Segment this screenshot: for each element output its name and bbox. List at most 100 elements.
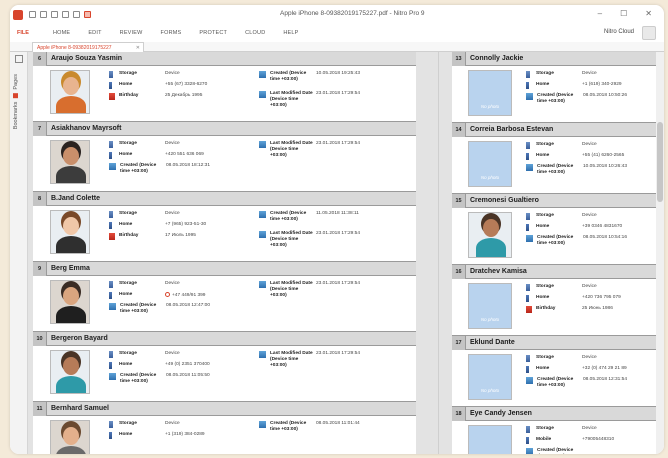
storage-icon — [109, 141, 113, 148]
field-label: Storage — [536, 71, 554, 76]
sidebar-tab-bookmarks[interactable]: Bookmarks — [13, 102, 19, 130]
sidebar-tab-pages[interactable]: Pages — [13, 74, 19, 90]
contact-record[interactable]: 6 Araujo Souza Yasmin Storage Device Home +55… — [33, 52, 416, 122]
contact-photo — [50, 140, 90, 184]
phone-icon — [526, 224, 529, 231]
contact-photo-placeholder: No photo — [468, 283, 512, 329]
menu-cloud[interactable]: CLOUD — [245, 30, 265, 36]
person-head-icon — [63, 287, 79, 305]
field-value: Device — [165, 211, 180, 216]
open-icon[interactable] — [29, 11, 36, 18]
close-button[interactable]: ✕ — [645, 9, 652, 18]
field-label: Birthday — [119, 93, 139, 98]
pdf-page-left: 6 Araujo Souza Yasmin Storage Device Home +55… — [33, 52, 416, 454]
menu-edit[interactable]: EDIT — [88, 30, 101, 36]
save-icon[interactable] — [40, 11, 47, 18]
contact-record[interactable]: 7 Asiakhanov Mayrsoft Storage Device Home +42… — [33, 121, 416, 192]
redo-icon[interactable] — [73, 11, 80, 18]
contact-record[interactable]: 11 Bernhard Samuel Storage Device Home +1 (31… — [33, 401, 416, 454]
field-label: Home — [119, 292, 133, 297]
menu-help[interactable]: HELP — [283, 30, 298, 36]
contact-record[interactable]: 10 Bergeron Bayard Storage Device Home +49 (0… — [33, 331, 416, 402]
field-label: Created (Device time +03:00) — [537, 448, 574, 453]
record-body: Storage Device Home +47 449/91 399 Created (… — [33, 276, 416, 331]
record-body: Storage Device Home +49 (0) 2351 370400 Crea… — [33, 346, 416, 401]
contact-name: Cremonesi Gualtiero — [470, 197, 539, 204]
panel-toggle-icon[interactable] — [14, 55, 23, 63]
contact-record[interactable]: 15 Cremonesi Gualtiero Storage Device Home +3… — [452, 193, 664, 265]
field-value: +1 (619) 340-2929 — [582, 82, 622, 87]
contact-field: Last Modified Date (Device time +03:00) 2… — [259, 141, 360, 159]
field-label: Created (Device time +03:00) — [537, 377, 574, 388]
contact-field: Birthday 25 Декабрь 1995 — [109, 93, 202, 100]
menu-forms[interactable]: FORMS — [161, 30, 182, 36]
nitro-cloud-label[interactable]: Nitro Cloud — [604, 29, 634, 35]
phone-icon — [526, 366, 529, 373]
field-value: 23.01.2018 17:29:54 — [316, 141, 361, 146]
account-avatar[interactable] — [642, 26, 656, 40]
document-tab[interactable]: Apple iPhone 8-09382019175227 ✕ — [32, 42, 144, 52]
minimize-button[interactable]: – — [598, 9, 602, 18]
field-value: +32 (0) 474 29 21 89 — [582, 366, 627, 371]
field-label: Home — [536, 224, 550, 229]
calendar-icon — [259, 351, 266, 358]
contact-field: Storage Device — [109, 351, 180, 358]
record-header: 15 Cremonesi Gualtiero — [452, 193, 664, 208]
person-body-icon — [56, 236, 86, 253]
contact-record[interactable]: 16 Dratchev Kamisa No photo Storage Device Ho… — [452, 264, 664, 336]
undo-icon[interactable] — [62, 11, 69, 18]
record-body: No photo Storage Device Home +55 (41) 6260-2… — [452, 137, 664, 193]
storage-icon — [526, 284, 530, 291]
contact-record[interactable]: 9 Berg Emma Storage Device Home +47 449/91 39… — [33, 261, 416, 332]
window-controls: – ☐ ✕ — [598, 9, 652, 18]
field-label: Storage — [119, 421, 137, 426]
menu-protect[interactable]: PROTECT — [199, 30, 227, 36]
field-label: Home — [536, 153, 550, 158]
record-header: 9 Berg Emma — [33, 261, 416, 276]
contact-name: Bergeron Bayard — [51, 335, 108, 342]
contact-field: Home +1 (319) 384-0289 — [109, 432, 205, 439]
menu-file[interactable]: FILE — [17, 27, 35, 39]
contact-name: Asiakhanov Mayrsoft — [51, 125, 122, 132]
contact-field: Storage Device — [526, 213, 597, 220]
contact-field: Storage Device — [109, 71, 180, 78]
storage-icon — [526, 71, 530, 78]
contact-record[interactable]: 13 Connolly Jackie No photo Storage Device Ho… — [452, 52, 664, 123]
record-number: 6 — [33, 52, 47, 66]
contact-name: Dratchev Kamisa — [470, 268, 527, 275]
record-body: Storage Device Home +7 (965) 923-51-30 Birth… — [33, 206, 416, 261]
contact-field: Birthday 25 Июнь 1986 — [526, 306, 613, 313]
calendar-icon — [526, 448, 533, 454]
person-head-icon — [63, 357, 79, 375]
field-label: Last Modified Date (Device time +03:00) — [270, 91, 313, 108]
contact-field: Created (Device time +03:00) 08.05.2018 1… — [109, 163, 210, 175]
contact-field: Mobile +79005448310 — [526, 437, 614, 444]
no-photo-label: No photo — [480, 175, 500, 180]
scrollbar-thumb[interactable] — [657, 122, 663, 202]
contact-record[interactable]: 14 Correia Barbosa Estevan No photo Storage… — [452, 122, 664, 194]
contact-name: Eklund Dante — [470, 339, 515, 346]
field-value: +7 (965) 923-51-30 — [165, 222, 207, 227]
field-value: 11.05.2018 11:38:11 — [316, 211, 359, 216]
document-viewer[interactable]: 6 Araujo Souza Yasmin Storage Device Home +55… — [28, 52, 664, 454]
print-icon[interactable] — [51, 11, 58, 18]
field-value: +55 (41) 6260-2565 — [582, 153, 625, 158]
maximize-button[interactable]: ☐ — [620, 9, 627, 18]
field-label: Home — [119, 82, 133, 87]
contact-record[interactable]: 8 B.Jand Colette Storage Device Home +7 (965)… — [33, 191, 416, 262]
record-body: Storage Device Home +39 0346 4831670 Created… — [452, 208, 664, 264]
field-label: Created (Device time +03:00) — [537, 235, 574, 246]
contact-name: Berg Emma — [51, 265, 90, 272]
vertical-scrollbar[interactable] — [656, 52, 664, 454]
contact-field: Home +55 (67) 3328-6270 — [109, 82, 207, 89]
contact-field: Storage Device — [526, 142, 597, 149]
customize-icon[interactable] — [84, 11, 91, 18]
record-header: 17 Eklund Dante — [452, 335, 664, 350]
contact-record[interactable]: 18 Eye Candy Jensen No photo Storage Device M… — [452, 406, 664, 454]
phone-icon — [526, 437, 529, 444]
person-body-icon — [56, 376, 86, 393]
contact-record[interactable]: 17 Eklund Dante No photo Storage Device Home +… — [452, 335, 664, 407]
menu-home[interactable]: HOME — [53, 30, 70, 36]
tab-close-icon[interactable]: ✕ — [136, 45, 140, 51]
menu-review[interactable]: REVIEW — [120, 30, 143, 36]
